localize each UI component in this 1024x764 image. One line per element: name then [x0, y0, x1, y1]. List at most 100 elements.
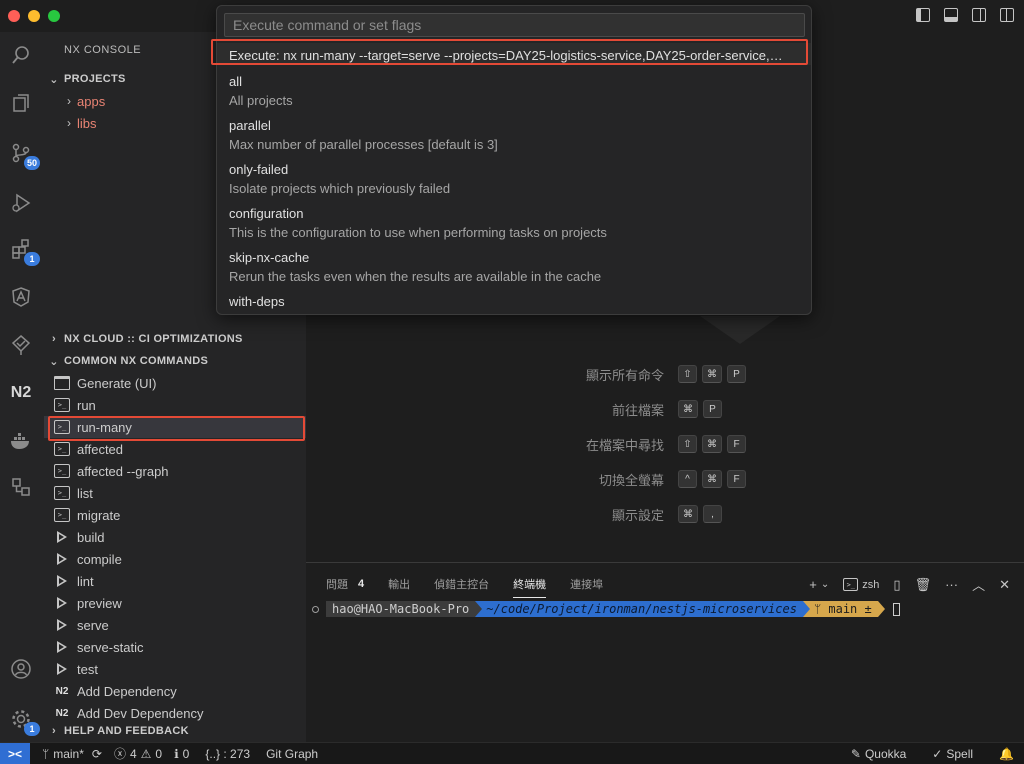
command-item-list[interactable]: >_ list [44, 482, 306, 504]
remote-explorer-icon[interactable] [6, 472, 36, 502]
palette-flag-option[interactable]: parallel Max number of parallel processes… [217, 112, 811, 156]
command-label: lint [77, 573, 94, 589]
key-cap: , [703, 505, 722, 523]
toggle-primary-sidebar-icon[interactable] [916, 8, 930, 22]
command-item-generate-ui[interactable]: Generate (UI) [44, 372, 306, 394]
docker-icon[interactable] [6, 426, 36, 456]
command-item-compile[interactable]: compile [44, 548, 306, 570]
git-branch-status[interactable]: ᛘ main* ⟳ [42, 747, 102, 761]
prompt-user-segment: hao@HAO-MacBook-Pro [326, 601, 476, 617]
key-cap: ⌘ [702, 435, 722, 453]
run-debug-icon[interactable] [6, 188, 36, 218]
key-cap: P [727, 365, 746, 383]
common-commands-section-header[interactable]: ⌄ COMMON NX COMMANDS [44, 350, 306, 372]
panel-tab-label: 連接埠 [570, 579, 604, 591]
quokka-status[interactable]: ✎ Quokka [851, 747, 906, 761]
search-icon[interactable] [6, 40, 36, 70]
nx-icon: N2 [55, 685, 69, 697]
settings-gear-icon[interactable]: 1 [6, 704, 40, 736]
maximize-panel-icon[interactable]: ︿ [972, 575, 985, 594]
palette-flag-option[interactable]: only-failed Isolate projects which previo… [217, 156, 811, 200]
command-label: test [77, 661, 98, 677]
command-item-test[interactable]: test [44, 658, 306, 680]
palette-flag-option[interactable]: with-deps Include dependencies of specifi… [217, 288, 811, 314]
customize-layout-icon[interactable] [1000, 8, 1014, 22]
git-graph-button[interactable]: Git Graph [266, 747, 318, 761]
notifications-bell-icon[interactable]: 🔔 [999, 747, 1014, 761]
nx-cloud-section-header[interactable]: › NX CLOUD :: CI OPTIMIZATIONS [44, 328, 306, 350]
new-terminal-plus-icon[interactable]: + [809, 577, 817, 592]
shell-name: zsh [862, 578, 880, 591]
explorer-icon[interactable] [6, 88, 36, 118]
command-palette-input[interactable] [224, 13, 805, 37]
help-feedback-section-header[interactable]: › HELP AND FEEDBACK [44, 720, 306, 742]
ports-count: 0 [182, 746, 190, 761]
problems-count-badge: 4 [358, 578, 365, 590]
play-icon [54, 662, 70, 676]
play-icon [54, 640, 70, 654]
panel-tab-1[interactable]: 輸出 [388, 576, 410, 592]
problems-status[interactable]: ⓧ 4 ⚠ 0 [114, 745, 162, 762]
command-item-migrate[interactable]: >_ migrate [44, 504, 306, 526]
flag-name: parallel [229, 118, 271, 133]
ports-status[interactable]: ℹ 0 [174, 747, 189, 761]
panel-tab-2[interactable]: 偵錯主控台 [434, 576, 489, 592]
command-item-serve[interactable]: serve [44, 614, 306, 636]
testing-icon[interactable] [6, 330, 36, 360]
toggle-panel-icon[interactable] [944, 8, 958, 22]
command-item-affected-graph[interactable]: >_ affected --graph [44, 460, 306, 482]
angular-icon[interactable] [6, 282, 36, 312]
command-item-run[interactable]: >_ run [44, 394, 306, 416]
close-icon[interactable]: ✕ [999, 577, 1010, 593]
json-outline-status[interactable]: {..} : 273 [205, 747, 250, 761]
panel-tab-0[interactable]: 問題 4 [326, 576, 364, 592]
terminal-icon: >_ [54, 486, 70, 500]
window-close-button[interactable] [8, 10, 20, 22]
extensions-icon[interactable]: 1 [6, 234, 40, 266]
shortcut-keys: ^ ⌘ F [678, 470, 746, 488]
command-item-serve-static[interactable]: serve-static [44, 636, 306, 658]
terminal-icon: >_ [54, 464, 70, 478]
panel-tabs: 問題 4 輸出 偵錯主控台 終端機 連接埠 [326, 576, 603, 598]
sidebar-title: NX CONSOLE [64, 44, 142, 56]
panel-tab-3[interactable]: 終端機 [513, 576, 547, 598]
check-icon: ✓ [932, 746, 943, 761]
remote-indicator[interactable]: >< [0, 742, 30, 764]
palette-flag-option[interactable]: skip-nx-cache Rerun the tasks even when t… [217, 244, 811, 288]
command-item-lint[interactable]: lint [44, 570, 306, 592]
split-terminal-icon[interactable]: ▯ [893, 577, 900, 593]
shortcut-hint: 切換全螢幕 ^ ⌘ F [306, 469, 1024, 489]
status-bar-right: ✎ Quokka ✓ Spell 🔔 [839, 747, 1014, 761]
command-label: list [77, 485, 93, 501]
terminal-icon: >_ [54, 398, 70, 412]
shortcut-hint: 顯示設定 ⌘, [306, 504, 1024, 524]
terminal-icon: >_ [843, 578, 859, 591]
terminal-shell-selector[interactable]: >_ zsh [843, 578, 879, 591]
palette-flag-option[interactable]: all All projects [217, 68, 811, 112]
nx-console-icon[interactable]: N2 [6, 378, 36, 408]
play-icon [54, 552, 70, 566]
terminal-prompt[interactable]: hao@HAO-MacBook-Pro ~/code/Project/ironm… [312, 601, 900, 617]
window-minimize-button[interactable] [28, 10, 40, 22]
command-label: Add Dependency [77, 683, 177, 699]
terminal-icon: >_ [54, 442, 70, 456]
account-icon[interactable] [6, 654, 36, 684]
play-icon [54, 618, 70, 632]
window-maximize-button[interactable] [48, 10, 60, 22]
shortcut-keys: ⌘, [678, 505, 722, 523]
command-item-build[interactable]: build [44, 526, 306, 548]
prompt-git-segment: ᛘ main ± [809, 601, 878, 617]
source-control-icon[interactable]: 50 [6, 138, 40, 170]
more-actions-icon[interactable]: ··· [945, 577, 958, 592]
command-item-add-dependency[interactable]: N2 Add Dependency [44, 680, 306, 702]
palette-flag-option[interactable]: configuration This is the configuration t… [217, 200, 811, 244]
spell-status[interactable]: ✓ Spell [932, 747, 973, 761]
toggle-secondary-sidebar-icon[interactable] [972, 8, 986, 22]
command-item-preview[interactable]: preview [44, 592, 306, 614]
activity-bar: 50 1 N2 1 [0, 32, 44, 742]
trash-icon[interactable]: 🗑 [915, 577, 932, 593]
panel-tab-4[interactable]: 連接埠 [570, 576, 603, 592]
chevron-down-icon[interactable]: ⌄ [821, 579, 829, 590]
command-item-affected[interactable]: >_ affected [44, 438, 306, 460]
shortcut-label: 前往檔案 [611, 402, 664, 418]
